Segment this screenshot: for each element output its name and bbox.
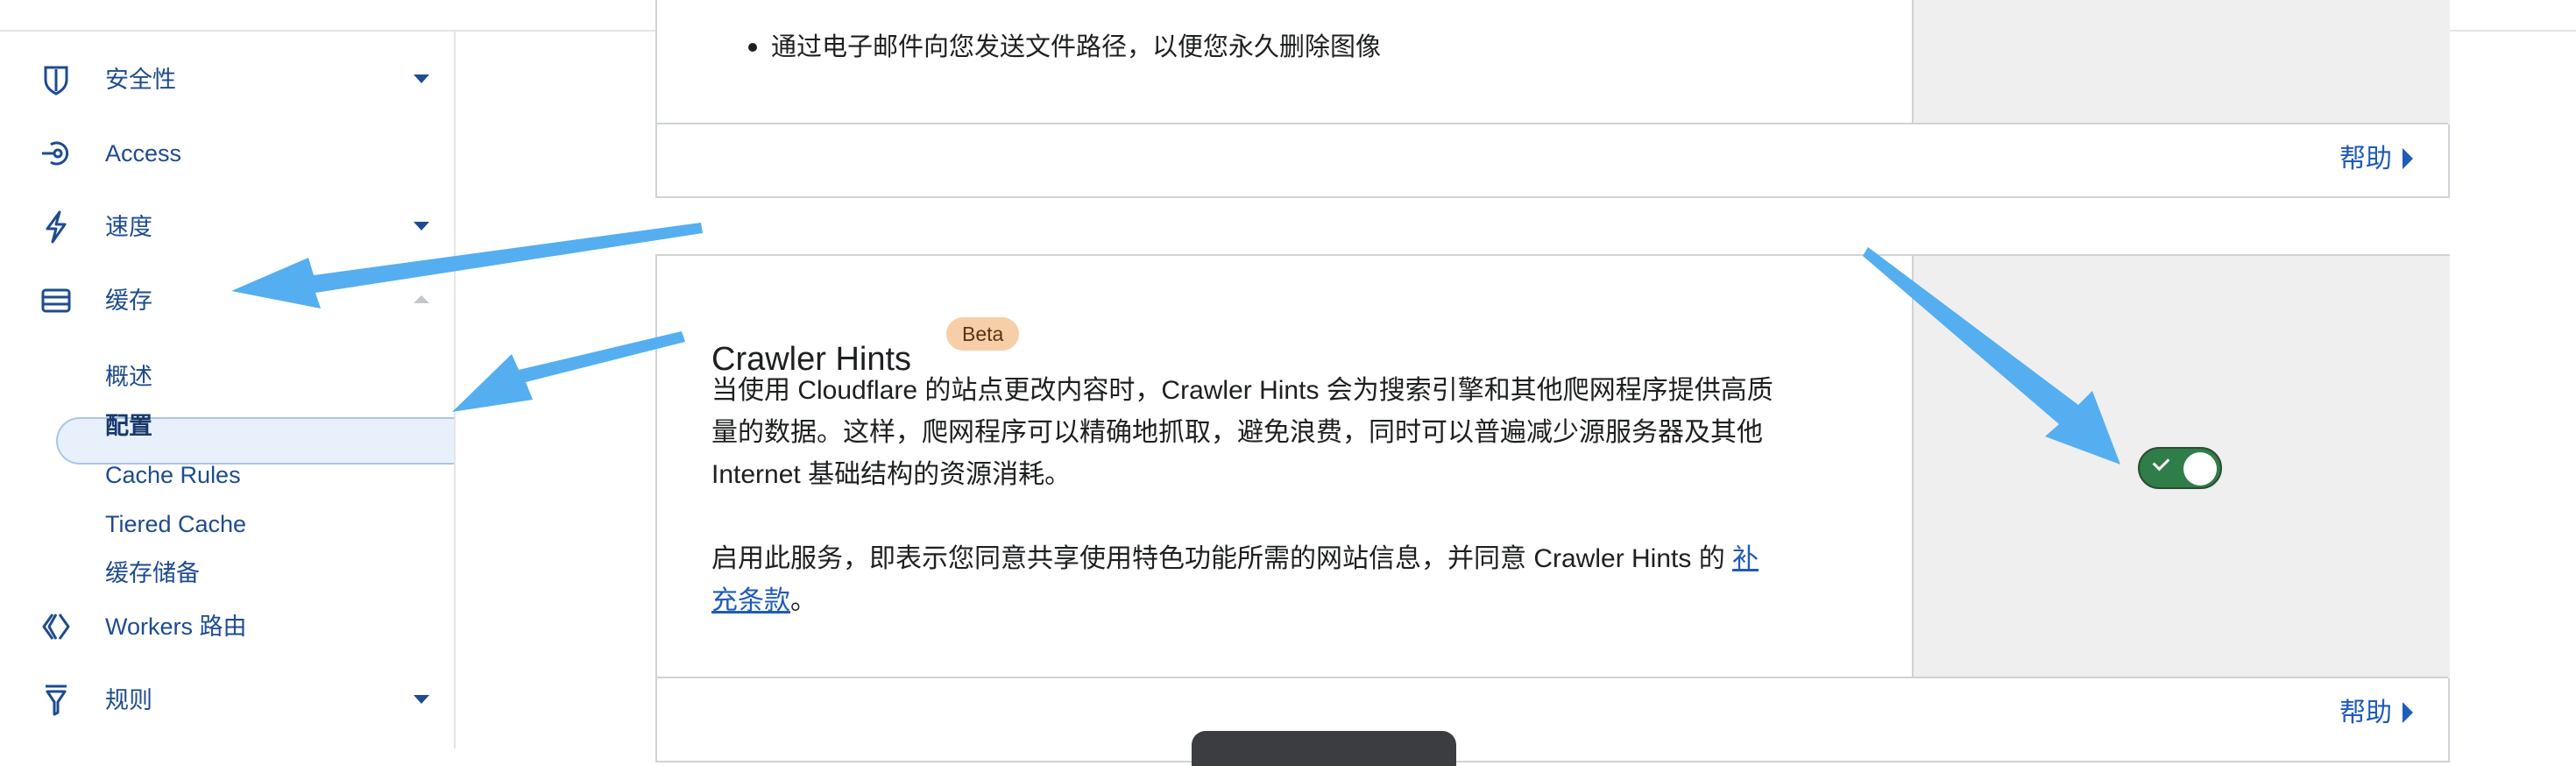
terms-text: 启用此服务，即表示您同意共享使用特色功能所需的网站信息，并同意 Crawler …	[711, 544, 1733, 573]
sidebar-subitem-cache-reserve[interactable]: 缓存储备	[105, 557, 200, 589]
rules-funnel-icon	[39, 683, 74, 718]
description-line: 当使用 Cloudflare 的站点更改内容时，Crawler Hints 会为…	[711, 376, 1773, 405]
feature-description: 当使用 Cloudflare 的站点更改内容时，Crawler Hints 会为…	[711, 370, 1851, 496]
sidebar-item-label: Access	[105, 140, 182, 167]
description-line: Internet 基础结构的资源消耗。	[711, 460, 1072, 489]
terms-notice: 启用此服务，即表示您同意共享使用特色功能所需的网站信息，并同意 Crawler …	[711, 538, 1851, 622]
sidebar-item-label: 缓存	[105, 287, 152, 314]
sidebar-item-workers-routes[interactable]: Workers 路由	[0, 595, 454, 658]
card-footer: 帮助	[657, 123, 2448, 198]
workers-icon	[39, 609, 74, 644]
card-footer: 帮助	[657, 677, 2448, 766]
chevron-up-icon	[414, 295, 429, 303]
caret-right-icon	[2403, 148, 2413, 169]
lightning-icon	[39, 209, 74, 245]
cache-stack-icon	[39, 283, 74, 318]
supplemental-terms-link[interactable]: 补	[1732, 544, 1759, 573]
terms-period: 。	[790, 586, 817, 615]
settings-panel	[1912, 0, 2450, 124]
supplemental-terms-link[interactable]: 充条款	[711, 586, 790, 615]
sidebar-subitem-overview[interactable]: 概述	[105, 361, 152, 393]
shield-icon	[39, 62, 74, 97]
sidebar-item-rules[interactable]: 规则	[0, 669, 454, 732]
sidebar-item-label: 规则	[105, 687, 152, 713]
caret-right-icon	[2403, 702, 2413, 723]
sidebar-subitem-configuration[interactable]: 配置	[105, 410, 152, 442]
bullet-icon	[748, 43, 757, 52]
chevron-down-icon	[414, 222, 429, 231]
sidebar-item-speed[interactable]: 速度	[0, 195, 454, 259]
help-link[interactable]: 帮助	[2339, 698, 2413, 729]
description-line: 量的数据。这样，爬网程序可以精确地抓取，避免浪费，同时可以普遍减少源服务器及其他	[711, 418, 1763, 447]
sidebar-item-security[interactable]: 安全性	[0, 48, 454, 111]
sidebar: 安全性 Access 速度 缓存 概述 配置 Cache Rules Tiere…	[0, 32, 456, 748]
crawler-hints-card: 帮助	[655, 254, 2450, 762]
sidebar-item-label: 安全性	[105, 67, 176, 93]
check-icon	[2152, 453, 2170, 472]
help-link[interactable]: 帮助	[2339, 144, 2413, 175]
help-label: 帮助	[2339, 145, 2392, 174]
sidebar-item-access[interactable]: Access	[0, 122, 454, 185]
sidebar-item-label: 速度	[105, 214, 152, 240]
annotation-arrow	[452, 331, 685, 412]
chevron-down-icon	[414, 74, 429, 83]
help-label: 帮助	[2339, 699, 2392, 727]
beta-badge: Beta	[946, 317, 1020, 351]
bottom-overlay-tab	[1192, 731, 1456, 766]
terms-line: 充条款。	[711, 580, 1851, 622]
image-resizing-card: 通过电子邮件向您发送文件路径，以便您永久删除图像 帮助	[655, 0, 2450, 198]
chevron-down-icon	[414, 695, 429, 704]
toggle-knob	[2183, 452, 2217, 486]
bullet-text-content: 通过电子邮件向您发送文件路径，以便您永久删除图像	[771, 33, 1382, 61]
crawler-hints-toggle[interactable]	[2138, 447, 2222, 489]
sidebar-item-cache[interactable]: 缓存	[0, 269, 454, 332]
access-icon	[39, 136, 74, 171]
bullet-text: 通过电子邮件向您发送文件路径，以便您永久删除图像	[748, 30, 1382, 65]
sidebar-subitem-tiered-cache[interactable]: Tiered Cache	[105, 508, 246, 540]
sidebar-subitem-cache-rules[interactable]: Cache Rules	[105, 459, 241, 491]
sidebar-item-label: Workers 路由	[105, 614, 247, 640]
terms-line: 启用此服务，即表示您同意共享使用特色功能所需的网站信息，并同意 Crawler …	[711, 538, 1851, 580]
